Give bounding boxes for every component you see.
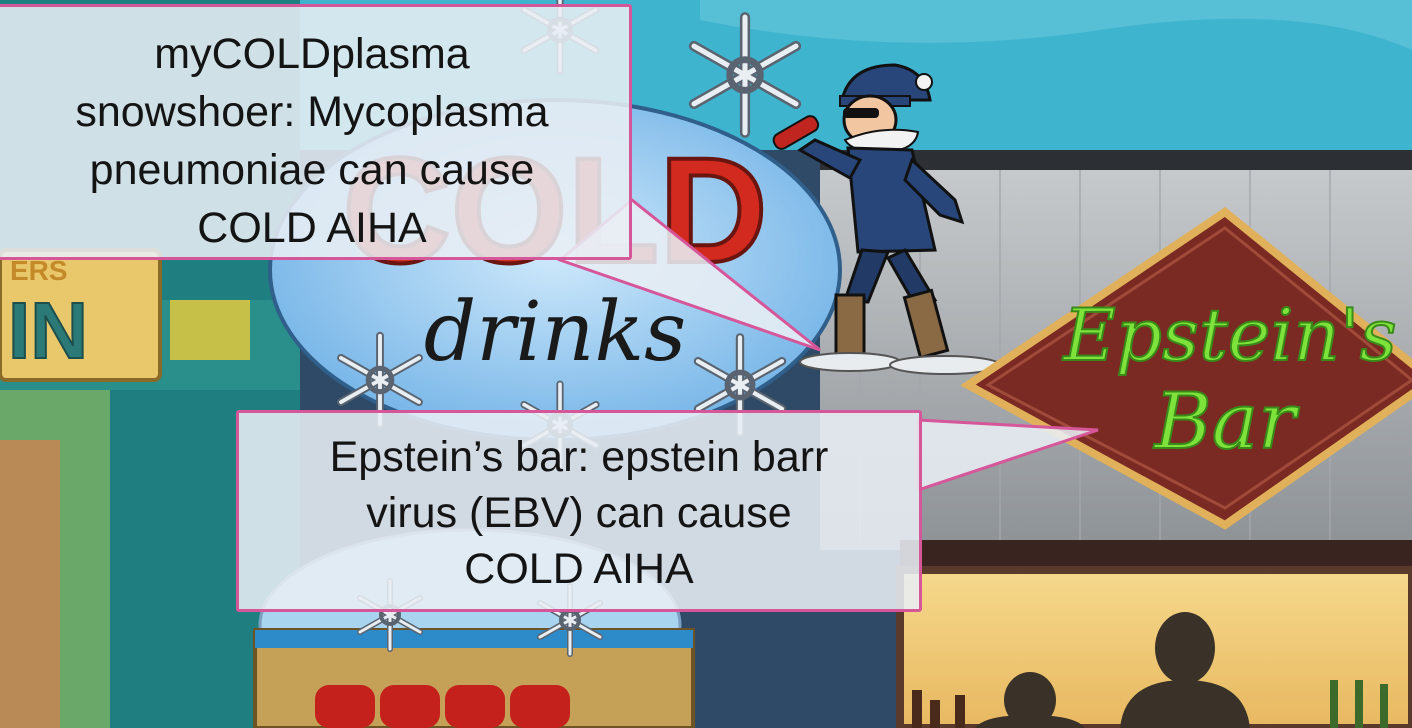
bar-sign-line1: Epstein's	[1061, 293, 1396, 377]
callout-line: virus (EBV) can cause	[366, 489, 792, 537]
mycoplasma-callout: myCOLDplasma snowshoer: Mycoplasma pneum…	[0, 4, 632, 260]
drinks-sign-text: drinks	[424, 285, 687, 380]
callout-line: COLD AIHA	[197, 204, 427, 252]
callout-line: myCOLDplasma	[154, 30, 470, 78]
epstein-barr-callout: Epstein’s bar: epstein barr virus (EBV) …	[236, 410, 922, 612]
bar-sign-line2: Bar	[1152, 377, 1300, 467]
callout-line: pneumoniae can cause	[89, 146, 535, 194]
callout-line: snowshoer: Mycoplasma	[75, 88, 549, 136]
callout-line: COLD AIHA	[464, 545, 694, 593]
left-sign-text: IN	[8, 286, 88, 375]
bar-window	[896, 566, 1412, 728]
callout-line: Epstein’s bar: epstein barr	[329, 433, 829, 481]
left-shop-sign: ERS IN	[0, 248, 162, 382]
